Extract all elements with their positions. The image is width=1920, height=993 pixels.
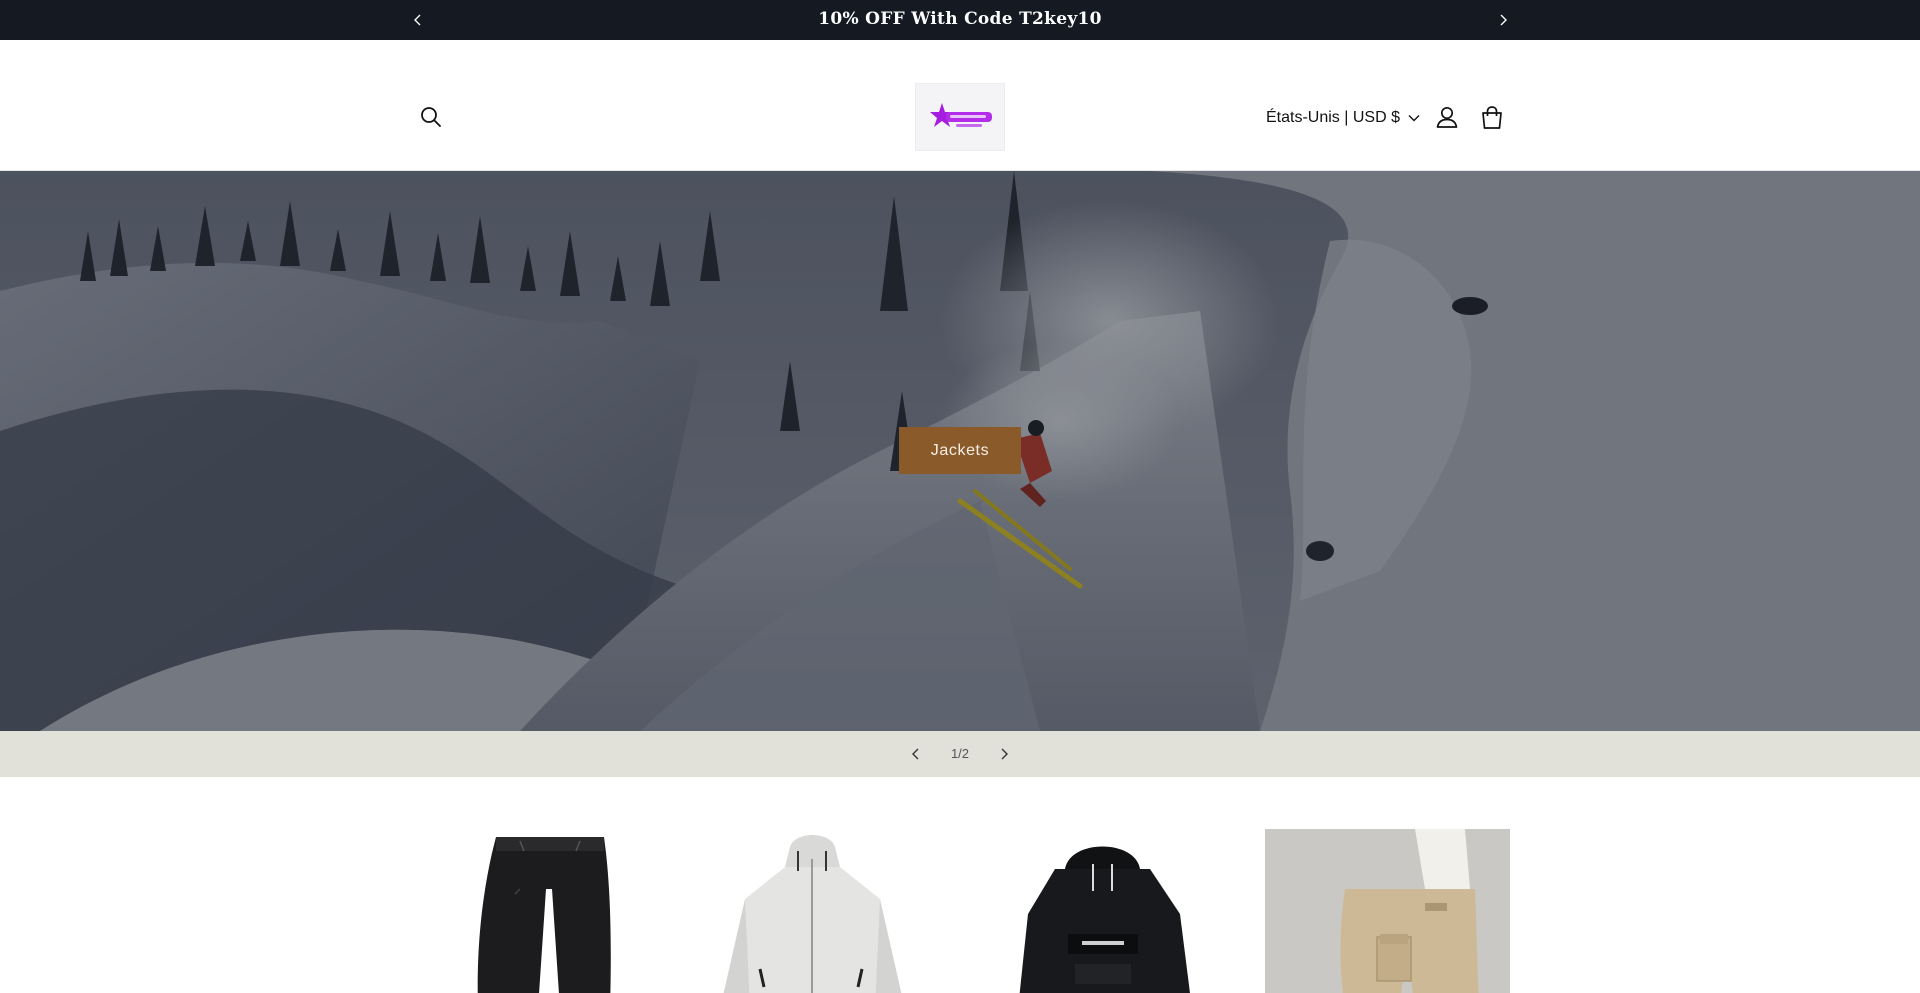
announcement-next-button[interactable] — [1493, 10, 1513, 30]
country-currency-selector[interactable]: États-Unis | USD $ — [1266, 106, 1420, 130]
product-image-beige-cargo-pants — [1265, 829, 1510, 993]
hero-cta-button[interactable]: Jackets — [899, 427, 1021, 474]
search-button[interactable] — [418, 104, 444, 130]
search-icon — [421, 107, 441, 127]
chevron-right-icon — [1500, 14, 1507, 26]
slideshow-controls: 1/2 — [0, 731, 1920, 777]
product-card-black-anorak[interactable] — [980, 829, 1225, 993]
product-grid — [0, 777, 1920, 993]
logo-icon — [930, 103, 992, 127]
chevron-left-icon — [912, 748, 919, 760]
product-card-beige-cargo-pants[interactable] — [1265, 829, 1510, 993]
product-image-grey-jacket — [690, 829, 935, 993]
announcement-text: 10% OFF With Code T2key10 — [818, 9, 1102, 29]
announcement-bar: 10% OFF With Code T2key10 — [0, 0, 1920, 40]
slide-counter: 1/2 — [950, 746, 970, 761]
product-image-black-anorak — [980, 829, 1225, 993]
hero-slideshow: Jackets — [0, 171, 1920, 731]
slide-prev-button[interactable] — [906, 744, 926, 764]
cart-icon — [1482, 106, 1502, 129]
site-header: États-Unis | USD $ — [0, 40, 1920, 171]
slide-next-button[interactable] — [994, 744, 1014, 764]
product-image-black-pants — [420, 829, 665, 993]
product-card-grey-jacket[interactable] — [690, 829, 935, 993]
country-selector-label: États-Unis | USD $ — [1266, 109, 1400, 126]
chevron-down-icon — [1408, 114, 1420, 122]
store-logo[interactable] — [915, 83, 1005, 151]
account-button[interactable] — [1434, 104, 1460, 130]
product-card-black-pants[interactable] — [420, 829, 665, 993]
user-icon — [1436, 106, 1458, 128]
cart-button[interactable] — [1478, 104, 1506, 132]
chevron-right-icon — [1001, 748, 1008, 760]
